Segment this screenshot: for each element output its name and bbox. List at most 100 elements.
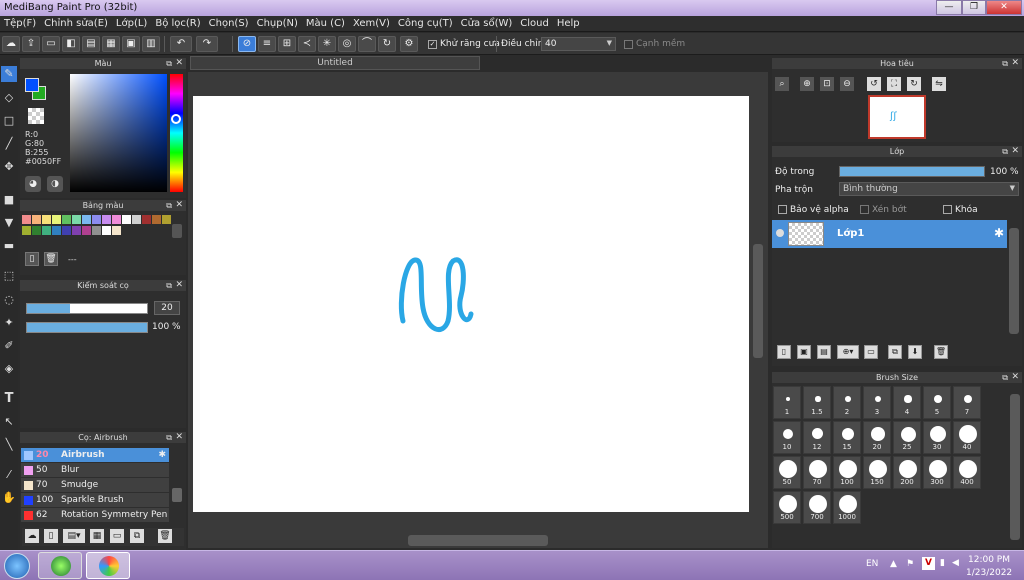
zoom-in-icon[interactable]: ⊕ — [800, 77, 814, 91]
cross-snap-icon[interactable]: ⊞ — [278, 36, 296, 52]
close-icon[interactable]: ✕ — [175, 280, 183, 291]
menu-view[interactable]: Xem(V) — [349, 18, 394, 29]
operation-tool-icon[interactable]: ↖ — [1, 414, 17, 430]
palette-scrollbar[interactable] — [172, 224, 182, 238]
brush-size-option[interactable]: 100 — [833, 456, 861, 489]
folder-icon[interactable]: ▭ — [110, 529, 124, 543]
brush-size-option[interactable]: 5 — [923, 386, 951, 419]
merge-layer-icon[interactable]: ⬇ — [908, 345, 922, 359]
undock-icon[interactable]: ⧉ — [1002, 146, 1008, 157]
text-tool-icon[interactable]: T — [1, 391, 17, 407]
brush-size-option[interactable]: 400 — [953, 456, 981, 489]
menu-help[interactable]: Help — [553, 18, 584, 29]
brush-size-option[interactable]: 3 — [863, 386, 891, 419]
close-icon[interactable]: ✕ — [175, 58, 183, 69]
menu-tools[interactable]: Công cụ(T) — [394, 18, 457, 29]
export-icon[interactable]: ⇪ — [22, 36, 40, 52]
palette-swatch[interactable] — [102, 226, 111, 235]
menu-snap[interactable]: Chụp(N) — [253, 18, 302, 29]
clip-checkbox[interactable] — [860, 205, 869, 214]
palette-swatch[interactable] — [82, 226, 91, 235]
palette-swatch[interactable] — [52, 215, 61, 224]
navigator-preview[interactable]: ʃʃ — [868, 95, 926, 139]
select-pen-icon[interactable]: ✐ — [1, 338, 17, 354]
brush-size-option[interactable]: 20 — [863, 421, 891, 454]
cloud-brush-icon[interactable]: ☁ — [25, 529, 39, 543]
redo-icon[interactable]: ↷ — [196, 36, 218, 52]
brush-size-option[interactable]: 15 — [833, 421, 861, 454]
palette-swatch[interactable] — [122, 215, 131, 224]
eraser-tool-icon[interactable]: ◇ — [1, 90, 17, 106]
clock-date[interactable]: 1/23/2022 — [966, 568, 1012, 578]
page-icon[interactable]: ▤ — [82, 36, 100, 52]
palette-swatch[interactable] — [92, 226, 101, 235]
brush-size-option[interactable]: 2 — [833, 386, 861, 419]
blend-mode-select[interactable]: Bình thường ▼ — [839, 182, 1019, 196]
delete-layer-icon[interactable]: 🗑 — [934, 345, 948, 359]
saturation-value-picker[interactable] — [70, 74, 167, 192]
palette-swatch[interactable] — [142, 215, 151, 224]
zoom-icon[interactable]: ⌕ — [775, 77, 789, 91]
brush-size-option[interactable]: 500 — [773, 491, 801, 524]
brush-size-option[interactable]: 12 — [803, 421, 831, 454]
brush-item-blur[interactable]: 50 Blur — [21, 463, 169, 477]
palette-settings-icon[interactable]: ◑ — [47, 176, 63, 192]
move-tool-icon[interactable]: ✥ — [1, 159, 17, 175]
cloud-icon[interactable]: ☁ — [2, 36, 20, 52]
hand-tool-icon[interactable]: ✋ — [1, 490, 17, 506]
brush-tool-icon[interactable]: ✎ — [1, 66, 17, 82]
brush-size-option[interactable]: 7 — [953, 386, 981, 419]
palette-swatch[interactable] — [22, 226, 31, 235]
clock-time[interactable]: 12:00 PM — [968, 555, 1010, 565]
palette-swatch[interactable] — [22, 215, 31, 224]
gear-icon[interactable]: ✱ — [158, 448, 166, 462]
layer-opacity-slider[interactable] — [839, 166, 985, 177]
brush-size-option[interactable]: 200 — [893, 456, 921, 489]
brush-scrollbar[interactable] — [172, 488, 182, 502]
undock-icon[interactable]: ⧉ — [1002, 372, 1008, 383]
lasso-tool-icon[interactable]: ◌ — [1, 292, 17, 308]
brush-settings-icon[interactable]: ▦ — [90, 529, 104, 543]
drawing-canvas[interactable] — [193, 96, 749, 512]
brush-size-input[interactable]: 20 — [154, 301, 180, 315]
menu-select[interactable]: Chọn(S) — [205, 18, 253, 29]
brush-item-airbrush[interactable]: 20 Airbrush ✱ — [21, 448, 169, 462]
maximize-button[interactable]: ❐ — [962, 0, 986, 15]
close-icon[interactable]: ✕ — [1011, 372, 1019, 383]
antivirus-icon[interactable]: V — [922, 557, 935, 570]
brush-item-smudge[interactable]: 70 Smudge — [21, 478, 169, 492]
parallel-snap-icon[interactable]: ≡ — [258, 36, 276, 52]
brush-size-option[interactable]: 1.5 — [803, 386, 831, 419]
rotate-snap-icon[interactable]: ↻ — [378, 36, 396, 52]
fullscreen-icon[interactable]: ⛶ — [887, 77, 901, 91]
undock-icon[interactable]: ⧉ — [166, 432, 172, 443]
menu-color[interactable]: Màu (C) — [302, 18, 349, 29]
undock-icon[interactable]: ⧉ — [166, 58, 172, 69]
select-eraser-icon[interactable]: ◈ — [1, 361, 17, 377]
palette-swatch[interactable] — [62, 226, 71, 235]
palette-swatch[interactable] — [42, 215, 51, 224]
layer-row[interactable]: Lớp1 ✱ — [772, 220, 1007, 248]
close-icon[interactable]: ✕ — [1011, 58, 1019, 69]
palette-swatch[interactable] — [52, 226, 61, 235]
radial-snap-icon[interactable]: ✳ — [318, 36, 336, 52]
add-layer-menu-icon[interactable]: ⊕▾ — [837, 345, 859, 359]
brush-size-slider[interactable] — [26, 303, 148, 314]
magic-wand-icon[interactable]: ✦ — [1, 315, 17, 331]
palette-swatch[interactable] — [32, 226, 41, 235]
brush-item-sparkle[interactable]: 100 Sparkle Brush — [21, 493, 169, 507]
gear-icon[interactable]: ✱ — [994, 226, 1004, 240]
select-tool-icon[interactable]: ⬚ — [1, 268, 17, 284]
palette-swatch[interactable] — [112, 215, 121, 224]
duplicate-icon[interactable]: ⧉ — [130, 529, 144, 543]
palette-swatch[interactable] — [72, 226, 81, 235]
palette-swatch[interactable] — [132, 215, 141, 224]
brush-size-option[interactable]: 150 — [863, 456, 891, 489]
settings-icon[interactable]: ⚙ — [400, 36, 418, 52]
minimize-button[interactable]: — — [936, 0, 962, 15]
zoom-out-icon[interactable]: ⊖ — [840, 77, 854, 91]
menu-cloud[interactable]: Cloud — [516, 18, 553, 29]
palette-swatch[interactable] — [42, 226, 51, 235]
pen-tool-icon[interactable]: ╱ — [1, 136, 17, 152]
flag-icon[interactable]: ⚑ — [906, 559, 914, 569]
